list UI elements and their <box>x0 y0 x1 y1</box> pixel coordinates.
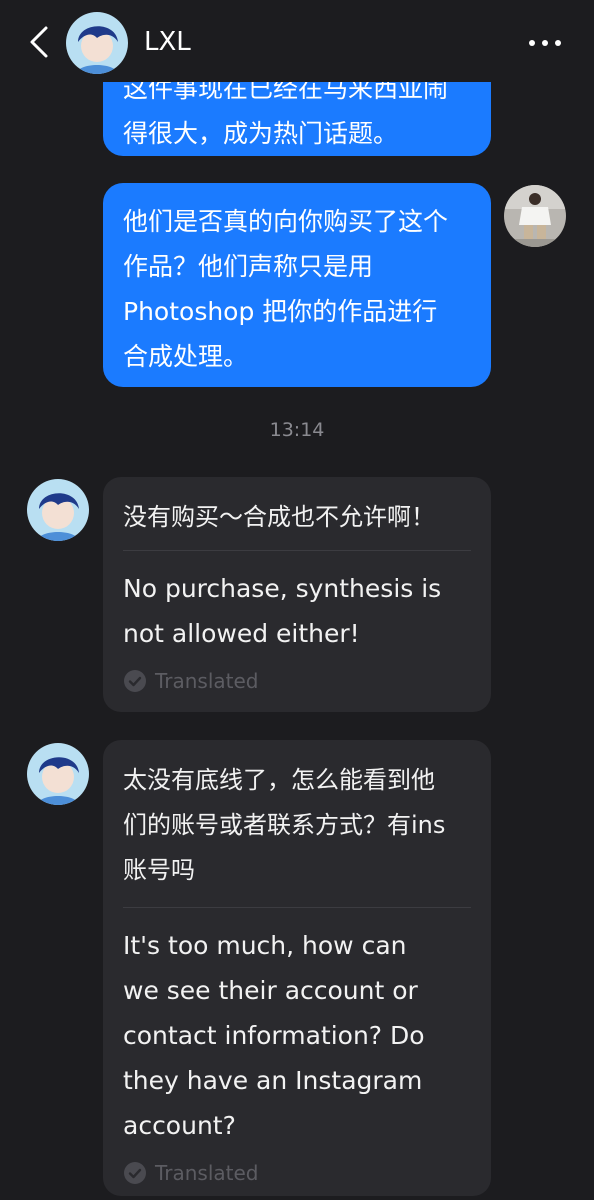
message-translation-text: No purchase, synthesis is not allowed ei… <box>123 574 442 648</box>
more-horizontal-icon <box>529 40 561 46</box>
timestamp: 13:14 <box>269 419 325 441</box>
back-button[interactable] <box>22 22 58 62</box>
message-text: 得很大，成为热门话题。 <box>123 119 399 148</box>
translation-divider <box>123 550 471 551</box>
message-bubble-incoming[interactable]: 太没有底线了，怎么能看到他 们的账号或者联系方式？有ins 账号吗 It's t… <box>103 740 491 1196</box>
contact-avatar[interactable] <box>27 479 89 541</box>
translated-label: Translated <box>123 1158 471 1188</box>
contact-avatar[interactable] <box>66 12 128 74</box>
contact-name[interactable]: LXL <box>144 26 191 58</box>
message-bubble-outgoing[interactable]: 他们是否真的向你购买了这个 作品？他们声称只是用 Photoshop 把你的作品… <box>103 183 491 387</box>
contact-avatar[interactable] <box>27 743 89 805</box>
chat-header: LXL <box>0 0 594 82</box>
message-original-text: 没有购买～合成也不允许啊！ <box>123 503 435 531</box>
translation-divider <box>123 907 471 908</box>
check-circle-icon <box>124 1162 146 1184</box>
translated-text: Translated <box>155 669 259 693</box>
message-original-text: 太没有底线了，怎么能看到他 们的账号或者联系方式？有ins 账号吗 <box>123 766 446 884</box>
check-circle-icon <box>124 670 146 692</box>
message-text: 他们是否真的向你购买了这个 作品？他们声称只是用 Photoshop 把你的作品… <box>123 207 449 371</box>
more-options-button[interactable] <box>524 28 568 58</box>
my-avatar[interactable] <box>504 185 566 247</box>
message-bubble-incoming[interactable]: 没有购买～合成也不允许啊！ No purchase, synthesis is … <box>103 477 491 712</box>
chevron-left-icon <box>30 26 48 58</box>
translated-text: Translated <box>155 1161 259 1185</box>
translated-label: Translated <box>123 666 471 696</box>
message-translation-text: It's too much, how can we see their acco… <box>123 931 425 1140</box>
